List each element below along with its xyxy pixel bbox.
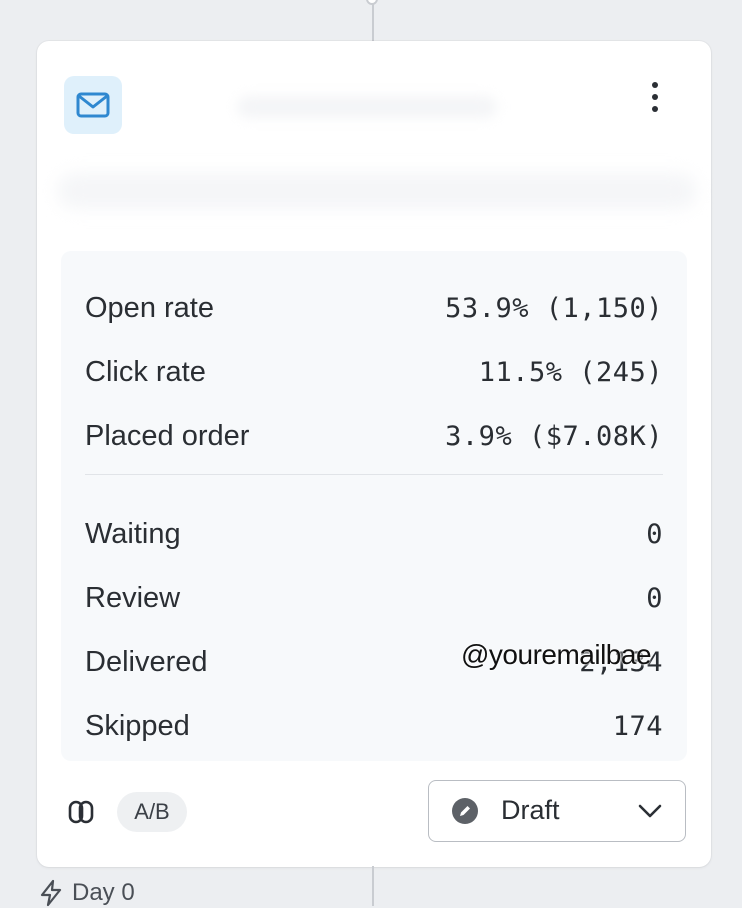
- count-row-waiting: Waiting 0: [85, 514, 663, 554]
- count-label: Review: [85, 581, 181, 614]
- count-row-skipped: Skipped 174: [85, 706, 663, 746]
- stats-divider: [85, 474, 663, 475]
- lightning-icon: [40, 879, 62, 907]
- stat-label: Open rate: [85, 291, 214, 324]
- stat-value: 11.5% (245): [478, 356, 663, 388]
- stat-row-click-rate: Click rate 11.5% (245): [85, 352, 663, 392]
- count-value: 0: [646, 582, 663, 614]
- stat-row-open-rate: Open rate 53.9% (1,150): [85, 288, 663, 328]
- count-row-review: Review 0: [85, 578, 663, 618]
- count-label: Delivered: [85, 645, 208, 678]
- kebab-menu-icon[interactable]: [641, 77, 669, 117]
- flow-connector-node: [366, 0, 378, 5]
- ab-test-badge[interactable]: A/B: [117, 792, 187, 832]
- status-select[interactable]: Draft: [428, 780, 686, 842]
- day-label: Day 0: [72, 879, 135, 906]
- link-icon[interactable]: [62, 793, 100, 831]
- stat-row-placed-order: Placed order 3.9% ($7.08K): [85, 416, 663, 456]
- flow-connector-line: [372, 0, 374, 42]
- count-label: Waiting: [85, 517, 181, 550]
- stat-label: Click rate: [85, 355, 206, 388]
- draft-status-icon: [452, 798, 478, 824]
- day-trigger[interactable]: Day 0: [38, 878, 135, 908]
- chevron-down-icon: [638, 804, 662, 818]
- stats-panel: Open rate 53.9% (1,150) Click rate 11.5%…: [61, 251, 687, 761]
- count-label: Skipped: [85, 709, 190, 742]
- count-value: 174: [612, 710, 663, 742]
- mail-icon: [64, 76, 122, 134]
- stat-label: Placed order: [85, 419, 250, 452]
- blurred-title: [237, 96, 497, 118]
- email-step-card[interactable]: Open rate 53.9% (1,150) Click rate 11.5%…: [37, 41, 711, 867]
- stat-value: 53.9% (1,150): [445, 292, 663, 324]
- stat-value: 3.9% ($7.08K): [445, 420, 663, 452]
- status-select-value: Draft: [501, 795, 560, 825]
- count-value: 0: [646, 518, 663, 550]
- watermark: @youremailbae: [461, 639, 652, 670]
- blurred-subtitle: [57, 173, 697, 209]
- flow-connector-line: [372, 866, 374, 906]
